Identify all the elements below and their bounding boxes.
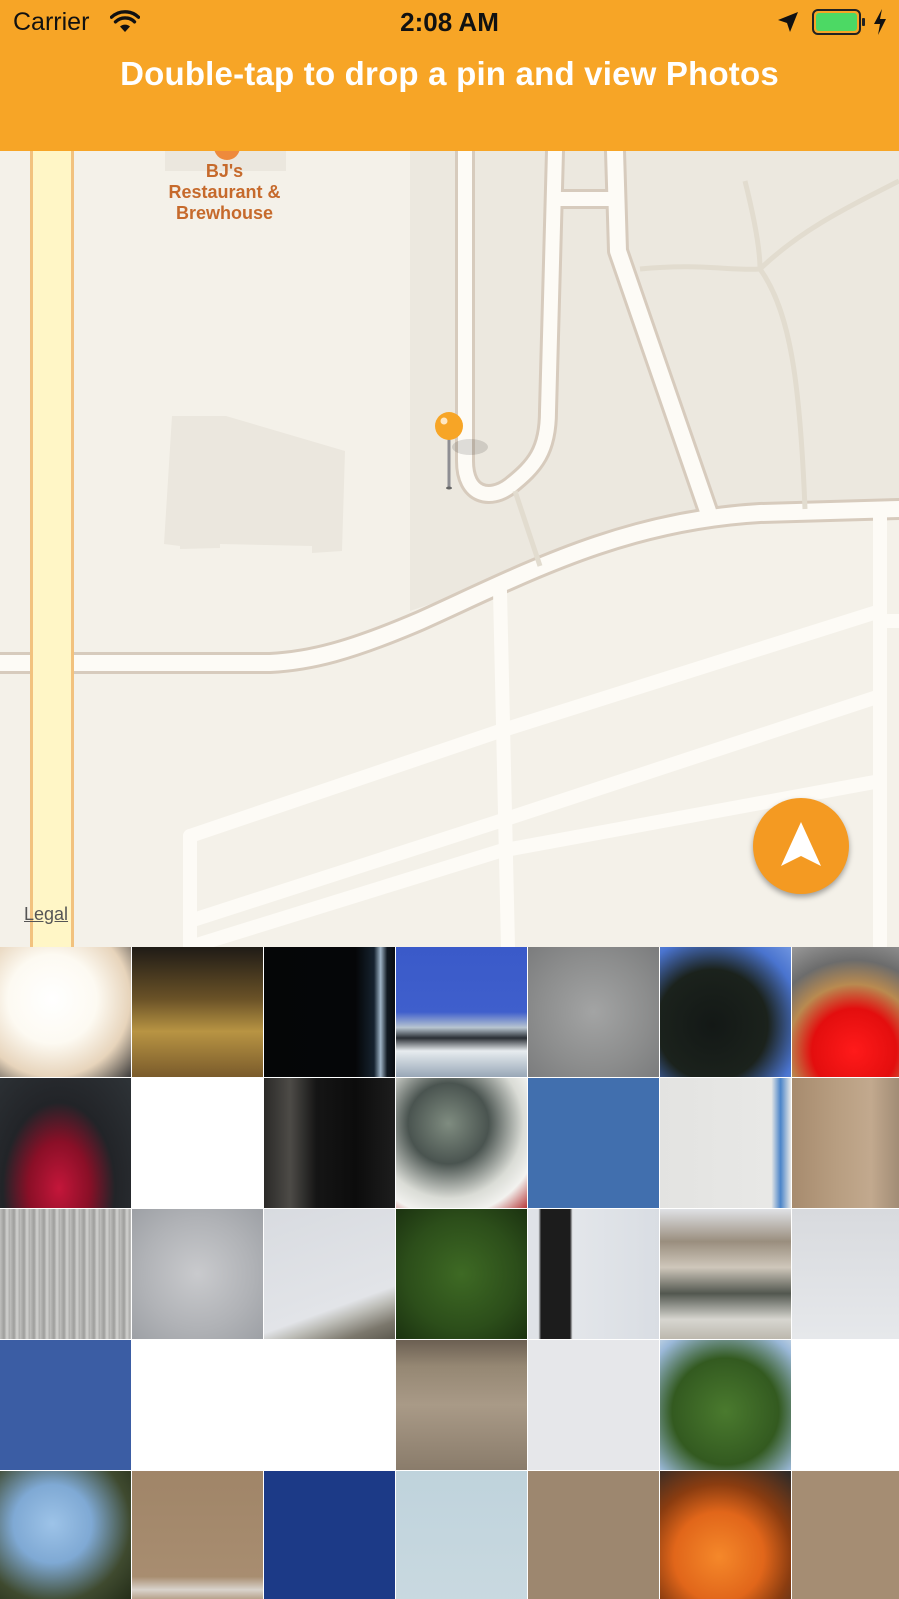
photo-thumbnail[interactable]	[660, 947, 791, 1077]
poi-label[interactable]: BJ's Restaurant & Brewhouse	[142, 161, 307, 224]
photo-thumbnail[interactable]	[660, 1340, 791, 1470]
photo-thumbnail[interactable]	[660, 1078, 791, 1208]
photo-thumbnail[interactable]	[0, 947, 131, 1077]
photo-thumbnail[interactable]	[264, 1078, 395, 1208]
photo-thumbnail[interactable]	[792, 1471, 899, 1599]
photo-thumbnail[interactable]	[396, 947, 527, 1077]
legal-link[interactable]: Legal	[24, 904, 68, 925]
battery-icon	[812, 9, 865, 35]
status-bar: Carrier 2:08 AM	[0, 0, 899, 44]
photo-thumbnail[interactable]	[528, 1340, 659, 1470]
photo-thumbnail[interactable]	[792, 1340, 899, 1470]
photo-thumbnail[interactable]	[660, 1209, 791, 1339]
photo-thumbnail[interactable]	[132, 1471, 263, 1599]
map-view[interactable]: BJ's Restaurant & Brewhouse Legal	[0, 151, 899, 947]
photo-thumbnail[interactable]	[396, 1209, 527, 1339]
photo-thumbnail[interactable]	[528, 947, 659, 1077]
photo-thumbnail[interactable]	[396, 1471, 527, 1599]
photo-thumbnail[interactable]	[264, 1340, 395, 1470]
header-banner: Carrier 2:08 AM Double-tap to drop a pin…	[0, 0, 899, 151]
screen: Carrier 2:08 AM Double-tap to drop a pin…	[0, 0, 899, 1599]
photo-thumbnail[interactable]	[0, 1471, 131, 1599]
photo-thumbnail[interactable]	[132, 947, 263, 1077]
page-title: Double-tap to drop a pin and view Photos	[120, 55, 779, 92]
photo-thumbnail[interactable]	[528, 1078, 659, 1208]
photo-grid	[0, 947, 899, 1599]
photo-thumbnail[interactable]	[264, 947, 395, 1077]
map-pin-icon[interactable]	[433, 411, 465, 491]
location-arrow-icon	[778, 12, 798, 32]
navigation-arrow-icon	[781, 822, 821, 866]
photo-thumbnail[interactable]	[132, 1078, 263, 1208]
photo-thumbnail[interactable]	[0, 1340, 131, 1470]
photo-thumbnail[interactable]	[660, 1471, 791, 1599]
photo-thumbnail[interactable]	[132, 1340, 263, 1470]
photo-thumbnail[interactable]	[792, 947, 899, 1077]
photo-thumbnail[interactable]	[792, 1078, 899, 1208]
photo-thumbnail[interactable]	[396, 1078, 527, 1208]
building-footprint	[164, 416, 345, 553]
photo-thumbnail[interactable]	[264, 1209, 395, 1339]
photo-thumbnail[interactable]	[528, 1471, 659, 1599]
locate-me-button[interactable]	[753, 798, 849, 894]
photo-thumbnail[interactable]	[0, 1209, 131, 1339]
photo-thumbnail[interactable]	[264, 1471, 395, 1599]
photo-thumbnail[interactable]	[528, 1209, 659, 1339]
charging-bolt-icon	[874, 9, 886, 35]
photo-thumbnail[interactable]	[792, 1209, 899, 1339]
photo-thumbnail[interactable]	[0, 1078, 131, 1208]
photo-thumbnail[interactable]	[132, 1209, 263, 1339]
photo-thumbnail[interactable]	[396, 1340, 527, 1470]
clock: 2:08 AM	[400, 7, 499, 37]
